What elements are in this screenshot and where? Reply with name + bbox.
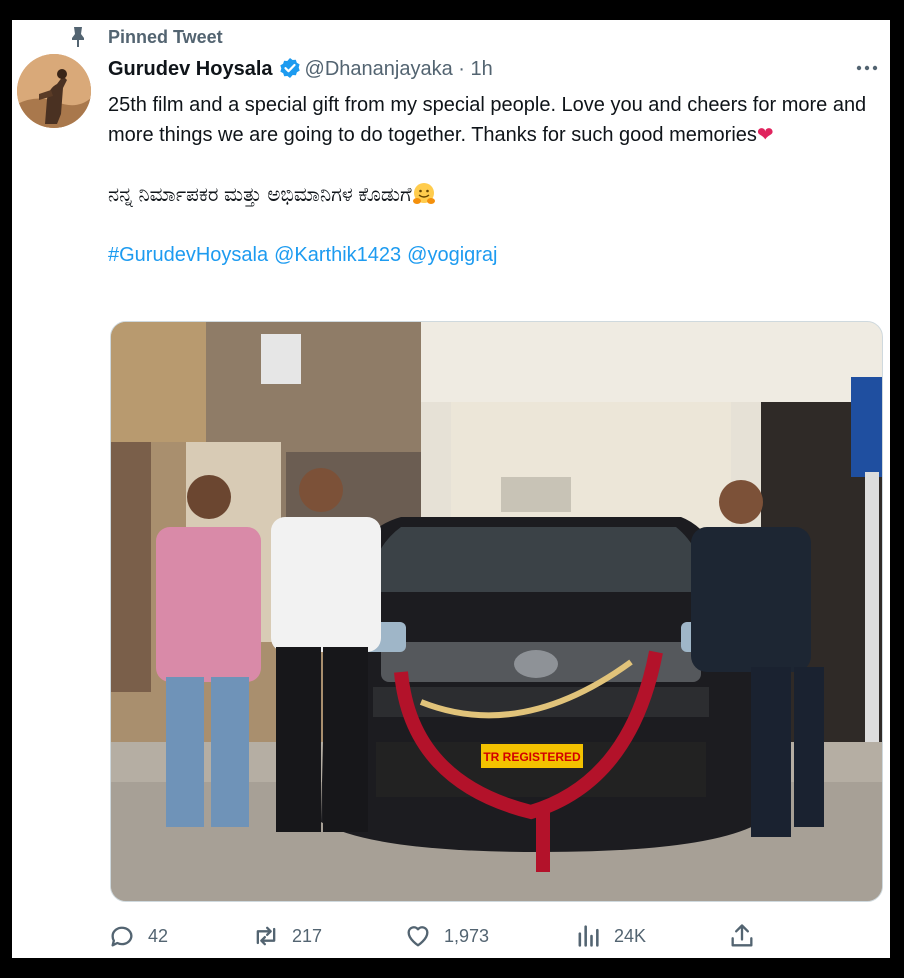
mention-link[interactable]: @Karthik1423 bbox=[274, 244, 401, 266]
heart-icon bbox=[407, 926, 429, 947]
pinned-label: Pinned Tweet bbox=[108, 27, 223, 47]
kannada-line: ನನ್ನ ನಿರ್ಮಾಪಕರ ಮತ್ತು ಅಭಿಮಾನಿಗಳ ಕೊಡುಗೆ bbox=[108, 180, 878, 210]
like-count: 1,973 bbox=[444, 925, 490, 946]
header-separator: · bbox=[458, 58, 465, 80]
author-name[interactable]: Gurudev Hoysala bbox=[108, 58, 273, 80]
kannada-text: ನನ್ನ ನಿರ್ಮಾಪಕರ ಮತ್ತು ಅಭಿಮಾನಿಗಳ ಕೊಡುಗೆ bbox=[108, 184, 412, 206]
share-button[interactable] bbox=[728, 920, 768, 952]
views-chart-icon bbox=[578, 925, 599, 947]
like-button[interactable]: 1,973 bbox=[404, 920, 489, 952]
tweet-header: Gurudev Hoysala @Dhananjayaka · 1h bbox=[108, 56, 493, 82]
reply-button[interactable]: 42 bbox=[108, 920, 168, 952]
more-options-icon[interactable] bbox=[854, 58, 880, 78]
retweet-count: 217 bbox=[292, 925, 323, 946]
mention-link[interactable]: @yogigraj bbox=[407, 244, 497, 266]
share-icon bbox=[731, 924, 753, 947]
author-handle[interactable]: @Dhananjayaka bbox=[305, 58, 453, 80]
views-button[interactable]: 24K bbox=[574, 920, 646, 952]
tweet-text: 25th film and a special gift from my spe… bbox=[108, 90, 878, 270]
hashtag-link[interactable]: #GurudevHoysala bbox=[108, 244, 268, 266]
hugging-face-emoji-icon bbox=[412, 183, 435, 204]
tweet-actions: 42 217 1,973 24K bbox=[108, 920, 868, 952]
tweet-card[interactable]: Pinned Tweet Gurudev Hoysala @Dhananjaya… bbox=[12, 20, 890, 958]
toyota-emblem bbox=[514, 650, 558, 678]
tweet-photo[interactable]: TR REGISTERED bbox=[110, 321, 883, 902]
reply-icon bbox=[111, 926, 133, 947]
views-count: 24K bbox=[614, 925, 647, 946]
pin-icon bbox=[72, 27, 84, 47]
heart-emoji: ❤ bbox=[756, 124, 774, 146]
tweet-body: 25th film and a special gift from my spe… bbox=[108, 94, 867, 146]
photo-image: TR REGISTERED bbox=[111, 322, 882, 901]
hashtags-line: #GurudevHoysala @Karthik1423 @yogigraj bbox=[108, 240, 878, 270]
plate-text: TR REGISTERED bbox=[483, 750, 581, 764]
tweet-time[interactable]: 1h bbox=[471, 58, 493, 80]
retweet-icon bbox=[256, 926, 276, 946]
verified-badge-icon bbox=[279, 58, 300, 78]
avatar-image bbox=[17, 54, 91, 128]
retweet-button[interactable]: 217 bbox=[252, 920, 322, 952]
reply-count: 42 bbox=[148, 925, 169, 946]
tweet-body-line: 25th film and a special gift from my spe… bbox=[108, 90, 878, 150]
avatar[interactable] bbox=[17, 54, 91, 128]
ac-unit bbox=[261, 334, 301, 384]
